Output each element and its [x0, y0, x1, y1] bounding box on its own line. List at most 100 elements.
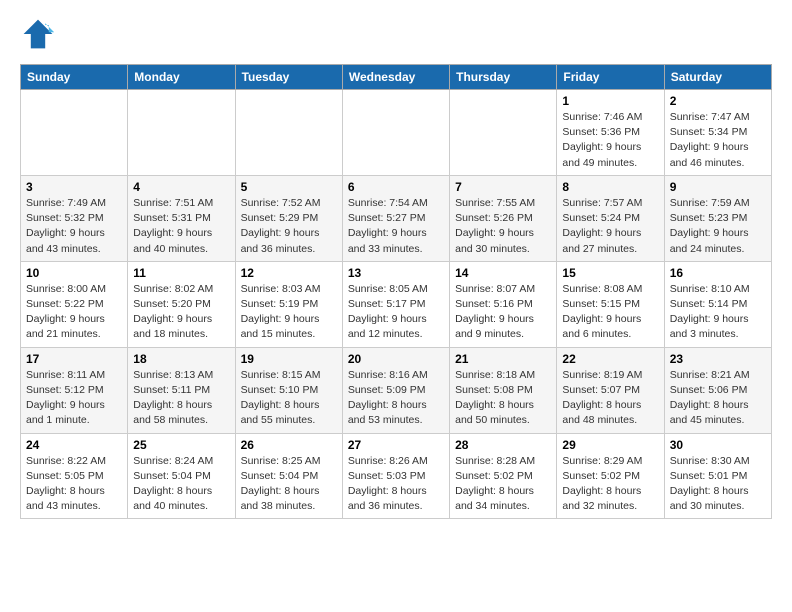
calendar-cell: 28Sunrise: 8:28 AM Sunset: 5:02 PM Dayli… [450, 433, 557, 519]
calendar-cell: 5 Sunrise: 7:52 AM Sunset: 5:29 PM Daylig… [235, 175, 342, 261]
day-info: Sunrise: 8:18 AM Sunset: 5:08 PM Dayligh… [455, 368, 551, 429]
day-number: 14 [455, 266, 551, 280]
weekday-header: Saturday [664, 65, 771, 90]
weekday-row: SundayMondayTuesdayWednesdayThursdayFrid… [21, 65, 772, 90]
weekday-header: Thursday [450, 65, 557, 90]
calendar-week-row: 3 Sunrise: 7:49 AM Sunset: 5:32 PM Daylig… [21, 175, 772, 261]
day-info: Sunrise: 8:16 AM Sunset: 5:09 PM Dayligh… [348, 368, 444, 429]
day-info: Sunrise: 8:24 AM Sunset: 5:04 PM Dayligh… [133, 454, 229, 515]
day-number: 9 [670, 180, 766, 194]
calendar-cell [21, 90, 128, 176]
day-info: Sunrise: 8:13 AM Sunset: 5:11 PM Dayligh… [133, 368, 229, 429]
day-info: Sunrise: 7:49 AM Sunset: 5:32 PM Dayligh… [26, 196, 122, 257]
day-info: Sunrise: 8:28 AM Sunset: 5:02 PM Dayligh… [455, 454, 551, 515]
day-info: Sunrise: 8:22 AM Sunset: 5:05 PM Dayligh… [26, 454, 122, 515]
day-info: Sunrise: 7:59 AM Sunset: 5:23 PM Dayligh… [670, 196, 766, 257]
calendar-cell: 29 Sunrise: 8:29 AM Sunset: 5:02 PM Dayli… [557, 433, 664, 519]
day-number: 11 [133, 266, 229, 280]
day-info: Sunrise: 8:08 AM Sunset: 5:15 PM Dayligh… [562, 282, 658, 343]
day-info: Sunrise: 7:55 AM Sunset: 5:26 PM Dayligh… [455, 196, 551, 257]
page-container: SundayMondayTuesdayWednesdayThursdayFrid… [0, 0, 792, 535]
weekday-header: Sunday [21, 65, 128, 90]
day-number: 19 [241, 352, 337, 366]
calendar-cell [128, 90, 235, 176]
weekday-header: Tuesday [235, 65, 342, 90]
calendar-cell: 21 Sunrise: 8:18 AM Sunset: 5:08 PM Dayli… [450, 347, 557, 433]
calendar-cell: 3 Sunrise: 7:49 AM Sunset: 5:32 PM Daylig… [21, 175, 128, 261]
day-number: 25 [133, 438, 229, 452]
day-number: 22 [562, 352, 658, 366]
logo-icon [20, 16, 56, 52]
calendar-cell [342, 90, 449, 176]
day-number: 6 [348, 180, 444, 194]
day-number: 3 [26, 180, 122, 194]
day-info: Sunrise: 8:00 AM Sunset: 5:22 PM Dayligh… [26, 282, 122, 343]
day-info: Sunrise: 8:19 AM Sunset: 5:07 PM Dayligh… [562, 368, 658, 429]
calendar-cell: 24Sunrise: 8:22 AM Sunset: 5:05 PM Dayli… [21, 433, 128, 519]
day-info: Sunrise: 8:30 AM Sunset: 5:01 PM Dayligh… [670, 454, 766, 515]
day-number: 5 [241, 180, 337, 194]
calendar-cell: 8 Sunrise: 7:57 AM Sunset: 5:24 PM Daylig… [557, 175, 664, 261]
day-number: 26 [241, 438, 337, 452]
day-number: 1 [562, 94, 658, 108]
calendar-week-row: 24Sunrise: 8:22 AM Sunset: 5:05 PM Dayli… [21, 433, 772, 519]
day-info: Sunrise: 7:51 AM Sunset: 5:31 PM Dayligh… [133, 196, 229, 257]
calendar-week-row: 17Sunrise: 8:11 AM Sunset: 5:12 PM Dayli… [21, 347, 772, 433]
day-number: 21 [455, 352, 551, 366]
calendar-cell: 25 Sunrise: 8:24 AM Sunset: 5:04 PM Dayli… [128, 433, 235, 519]
calendar-cell: 20 Sunrise: 8:16 AM Sunset: 5:09 PM Dayli… [342, 347, 449, 433]
day-info: Sunrise: 8:21 AM Sunset: 5:06 PM Dayligh… [670, 368, 766, 429]
day-info: Sunrise: 8:29 AM Sunset: 5:02 PM Dayligh… [562, 454, 658, 515]
calendar-cell: 2 Sunrise: 7:47 AM Sunset: 5:34 PM Daylig… [664, 90, 771, 176]
day-info: Sunrise: 8:03 AM Sunset: 5:19 PM Dayligh… [241, 282, 337, 343]
calendar-week-row: 10 Sunrise: 8:00 AM Sunset: 5:22 PM Dayli… [21, 261, 772, 347]
calendar-body: 1Sunrise: 7:46 AM Sunset: 5:36 PM Daylig… [21, 90, 772, 519]
calendar-cell: 9 Sunrise: 7:59 AM Sunset: 5:23 PM Daylig… [664, 175, 771, 261]
day-number: 27 [348, 438, 444, 452]
calendar-cell: 18Sunrise: 8:13 AM Sunset: 5:11 PM Dayli… [128, 347, 235, 433]
calendar-cell: 23 Sunrise: 8:21 AM Sunset: 5:06 PM Dayli… [664, 347, 771, 433]
calendar-cell: 13Sunrise: 8:05 AM Sunset: 5:17 PM Dayli… [342, 261, 449, 347]
day-info: Sunrise: 8:07 AM Sunset: 5:16 PM Dayligh… [455, 282, 551, 343]
day-number: 23 [670, 352, 766, 366]
weekday-header: Friday [557, 65, 664, 90]
day-number: 15 [562, 266, 658, 280]
weekday-header: Monday [128, 65, 235, 90]
day-number: 7 [455, 180, 551, 194]
calendar-header: SundayMondayTuesdayWednesdayThursdayFrid… [21, 65, 772, 90]
day-number: 8 [562, 180, 658, 194]
day-number: 30 [670, 438, 766, 452]
logo [20, 16, 60, 52]
day-number: 10 [26, 266, 122, 280]
calendar-cell: 1Sunrise: 7:46 AM Sunset: 5:36 PM Daylig… [557, 90, 664, 176]
day-info: Sunrise: 8:25 AM Sunset: 5:04 PM Dayligh… [241, 454, 337, 515]
day-info: Sunrise: 8:02 AM Sunset: 5:20 PM Dayligh… [133, 282, 229, 343]
calendar-cell: 17Sunrise: 8:11 AM Sunset: 5:12 PM Dayli… [21, 347, 128, 433]
day-info: Sunrise: 8:10 AM Sunset: 5:14 PM Dayligh… [670, 282, 766, 343]
calendar-cell: 16 Sunrise: 8:10 AM Sunset: 5:14 PM Dayli… [664, 261, 771, 347]
calendar-cell: 11 Sunrise: 8:02 AM Sunset: 5:20 PM Dayli… [128, 261, 235, 347]
day-number: 2 [670, 94, 766, 108]
day-info: Sunrise: 8:26 AM Sunset: 5:03 PM Dayligh… [348, 454, 444, 515]
day-number: 29 [562, 438, 658, 452]
calendar-cell: 6Sunrise: 7:54 AM Sunset: 5:27 PM Daylig… [342, 175, 449, 261]
calendar-cell [235, 90, 342, 176]
calendar-cell [450, 90, 557, 176]
day-number: 12 [241, 266, 337, 280]
day-number: 13 [348, 266, 444, 280]
calendar-cell: 7 Sunrise: 7:55 AM Sunset: 5:26 PM Daylig… [450, 175, 557, 261]
day-info: Sunrise: 8:15 AM Sunset: 5:10 PM Dayligh… [241, 368, 337, 429]
day-info: Sunrise: 7:57 AM Sunset: 5:24 PM Dayligh… [562, 196, 658, 257]
calendar-cell: 12 Sunrise: 8:03 AM Sunset: 5:19 PM Dayli… [235, 261, 342, 347]
calendar-table: SundayMondayTuesdayWednesdayThursdayFrid… [20, 64, 772, 519]
calendar-cell: 30 Sunrise: 8:30 AM Sunset: 5:01 PM Dayli… [664, 433, 771, 519]
day-number: 20 [348, 352, 444, 366]
calendar-cell: 26 Sunrise: 8:25 AM Sunset: 5:04 PM Dayli… [235, 433, 342, 519]
day-info: Sunrise: 7:52 AM Sunset: 5:29 PM Dayligh… [241, 196, 337, 257]
day-info: Sunrise: 7:47 AM Sunset: 5:34 PM Dayligh… [670, 110, 766, 171]
weekday-header: Wednesday [342, 65, 449, 90]
calendar-cell: 27 Sunrise: 8:26 AM Sunset: 5:03 PM Dayli… [342, 433, 449, 519]
calendar-cell: 10 Sunrise: 8:00 AM Sunset: 5:22 PM Dayli… [21, 261, 128, 347]
day-number: 16 [670, 266, 766, 280]
calendar-cell: 15 Sunrise: 8:08 AM Sunset: 5:15 PM Dayli… [557, 261, 664, 347]
